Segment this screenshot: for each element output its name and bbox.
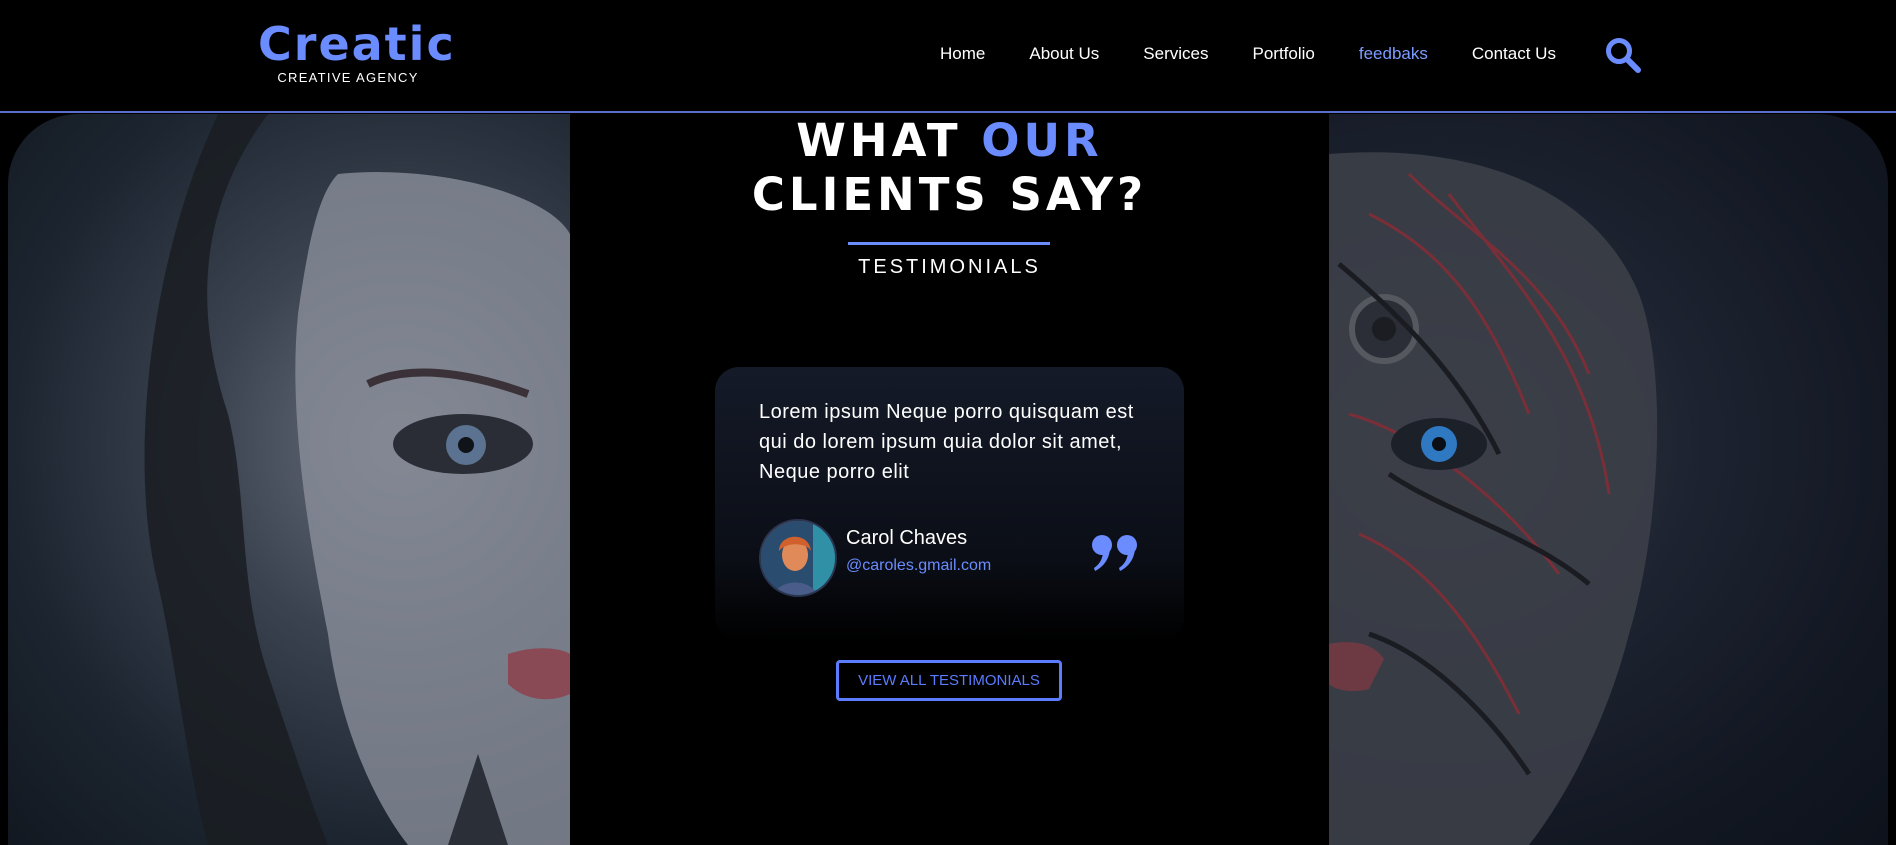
testimonial-card: Lorem ipsum Neque porro quisquam est qui… bbox=[715, 367, 1184, 642]
nav-item-home[interactable]: Home bbox=[940, 44, 985, 64]
human-face-image bbox=[8, 114, 570, 845]
nav-item-feedbacks[interactable]: feedbaks bbox=[1359, 44, 1428, 64]
view-all-testimonials-button[interactable]: VIEW ALL TESTIMONIALS bbox=[836, 660, 1062, 701]
logo[interactable]: Creatic CREATIVE AGENCY bbox=[258, 17, 456, 85]
nav-item-portfolio[interactable]: Portfolio bbox=[1252, 44, 1314, 64]
avatar bbox=[759, 519, 837, 597]
testimonials-section: WHAT OUR CLIENTS SAY? TESTIMONIALS Lorem… bbox=[570, 114, 1329, 845]
nav-item-contact[interactable]: Contact Us bbox=[1472, 44, 1556, 64]
cyborg-face-image bbox=[1329, 114, 1888, 845]
nav-item-services[interactable]: Services bbox=[1143, 44, 1208, 64]
main-nav: Home About Us Services Portfolio feedbak… bbox=[940, 44, 1600, 64]
testimonial-text: Lorem ipsum Neque porro quisquam est qui… bbox=[759, 401, 1134, 483]
quote-icon bbox=[1092, 535, 1137, 571]
heading-line-2: CLIENTS SAY? bbox=[751, 168, 1148, 221]
person-email[interactable]: @caroles.gmail.com bbox=[846, 557, 991, 575]
person-name: Carol Chaves bbox=[846, 527, 968, 549]
heading-word-our: OUR bbox=[981, 114, 1103, 167]
section-heading: WHAT OUR CLIENTS SAY? bbox=[570, 114, 1329, 222]
logo-tagline: CREATIVE AGENCY bbox=[277, 70, 419, 85]
heading-divider bbox=[848, 242, 1050, 245]
logo-name: Creatic bbox=[258, 17, 456, 71]
search-icon[interactable] bbox=[1604, 36, 1642, 74]
nav-item-about[interactable]: About Us bbox=[1029, 44, 1099, 64]
site-header: Creatic CREATIVE AGENCY Home About Us Se… bbox=[0, 0, 1896, 113]
section-subheading: TESTIMONIALS bbox=[858, 256, 1041, 278]
heading-word-what: WHAT bbox=[796, 114, 962, 167]
